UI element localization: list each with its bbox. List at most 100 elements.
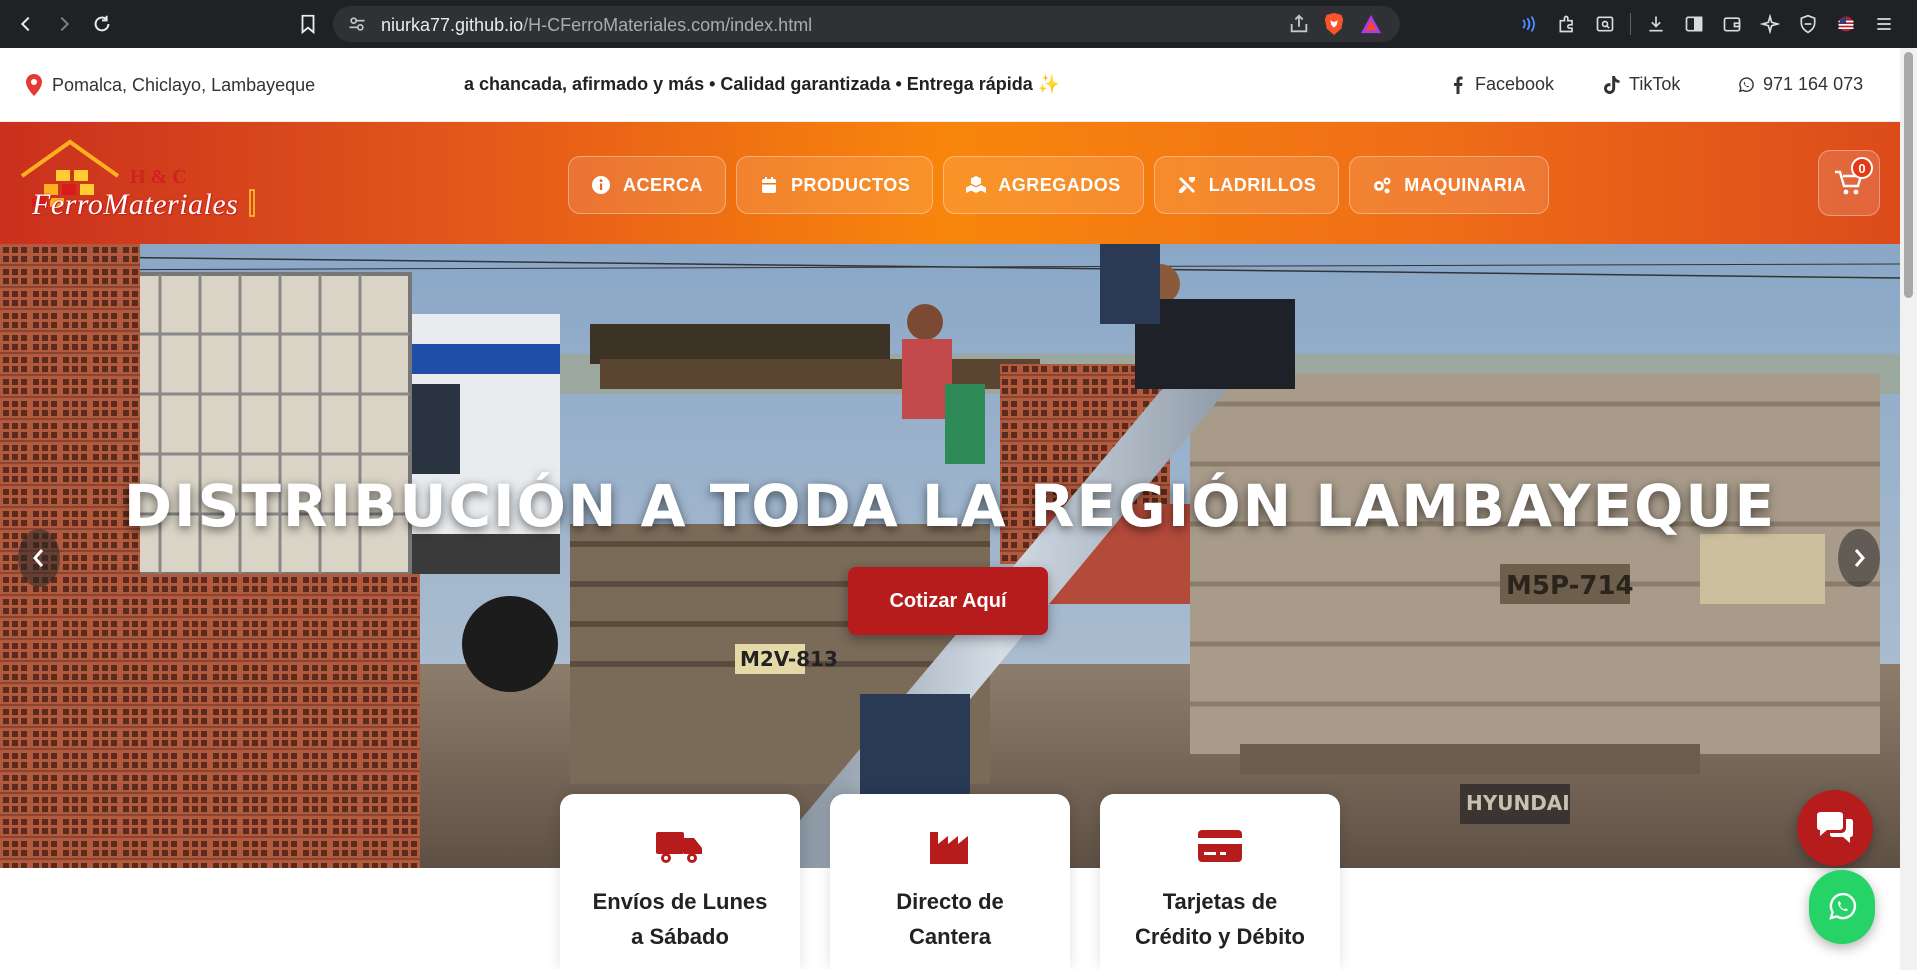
leo-ai-button[interactable] xyxy=(1751,0,1789,48)
calendar-icon xyxy=(762,177,777,193)
feature-shipping-line2: a Sábado xyxy=(631,924,729,949)
nav-maquinaria-label: MAQUINARIA xyxy=(1404,174,1527,195)
back-button[interactable] xyxy=(6,4,46,44)
feature-cards-line2: Crédito y Débito xyxy=(1135,924,1305,949)
download-icon xyxy=(1649,16,1663,32)
phone-number: 971 164 073 xyxy=(1763,74,1864,94)
plate-left: M2V-813 xyxy=(740,647,838,671)
feature-shipping-line1: Envíos de Lunes xyxy=(592,889,768,914)
chevron-left-icon xyxy=(33,549,44,567)
tiktok-link[interactable]: TikTok xyxy=(1604,74,1680,95)
url-text[interactable]: niurka77.github.io/H-CFerroMateriales.co… xyxy=(381,15,812,36)
vpn-button[interactable] xyxy=(1789,0,1827,48)
feature-card-cards: Tarjetas de Crédito y Débito xyxy=(1100,794,1340,970)
menu-icon xyxy=(1877,18,1891,30)
toolbar-separator xyxy=(1630,13,1631,35)
hero-photo: M2V-813 M5P-714 HYUNDAI xyxy=(0,244,1900,868)
profile-icon xyxy=(1838,16,1854,32)
scrollbar-thumb[interactable] xyxy=(1904,52,1913,298)
nav-productos-label: PRODUCTOS xyxy=(791,174,911,195)
quote-button[interactable]: Cotizar Aquí xyxy=(848,567,1048,635)
cubes-icon xyxy=(966,176,987,193)
tiktok-icon xyxy=(1604,75,1620,94)
feature-quarry-line2: Cantera xyxy=(909,924,991,949)
nav-maquinaria[interactable]: MAQUINARIA xyxy=(1349,156,1550,214)
brave-rewards-icon[interactable] xyxy=(1360,14,1382,34)
hero-title: DISTRIBUCIÓN A TODA LA REGIÓN LAMBAYEQUE xyxy=(123,472,1777,540)
nav-ladrillos-label: LADRILLOS xyxy=(1208,174,1317,195)
cart-button[interactable]: 0 xyxy=(1818,150,1880,216)
carousel-prev-button[interactable] xyxy=(18,529,60,587)
facebook-label: Facebook xyxy=(1475,74,1555,94)
whatsapp-button[interactable] xyxy=(1809,870,1875,944)
cogs-icon xyxy=(1374,177,1391,194)
info-icon xyxy=(592,176,610,194)
extensions-button[interactable] xyxy=(1548,0,1586,48)
site-settings-icon[interactable] xyxy=(347,14,367,34)
feature-cards-label: Tarjetas de Crédito y Débito xyxy=(1110,884,1330,954)
tiktok-label: TikTok xyxy=(1629,74,1681,94)
facebook-icon xyxy=(1454,76,1463,94)
vpn-icon xyxy=(1800,14,1816,34)
feature-card-quarry: Directo de Cantera xyxy=(830,794,1070,970)
plate-right: M5P-714 xyxy=(1506,571,1634,601)
hero-carousel: M2V-813 M5P-714 HYUNDAI DISTRIBUCIÓN A T… xyxy=(0,244,1900,868)
chevron-right-icon xyxy=(1854,549,1865,567)
back-icon xyxy=(20,16,30,32)
brave-shields-icon[interactable] xyxy=(1323,12,1345,36)
bookmark-icon xyxy=(301,14,315,35)
nav-agregados[interactable]: AGREGADOS xyxy=(943,156,1144,214)
reader-mode-button[interactable] xyxy=(1586,0,1624,48)
location-text: Pomalca, Chiclayo, Lambayeque xyxy=(52,74,316,95)
browser-toolbar: niurka77.github.io/H-CFerroMateriales.co… xyxy=(0,0,1917,48)
main-header: H & C FerroMateriales ACERCA PRODUCTOS A… xyxy=(0,122,1900,244)
profile-button[interactable] xyxy=(1827,0,1865,48)
comments-icon xyxy=(1817,812,1853,843)
top-info-bar: Pomalca, Chiclayo, Lambayeque a chancada… xyxy=(0,48,1900,122)
map-marker-icon xyxy=(26,74,42,96)
site-logo[interactable]: H & C FerroMateriales xyxy=(18,136,258,228)
page-scrollbar[interactable] xyxy=(1900,48,1917,970)
nav-ladrillos[interactable]: LADRILLOS xyxy=(1153,156,1340,214)
nav-acerca[interactable]: ACERCA xyxy=(568,156,727,214)
feature-quarry-label: Directo de Cantera xyxy=(840,884,1060,954)
whatsapp-icon xyxy=(1829,892,1857,920)
feature-quarry-line1: Directo de xyxy=(896,889,1004,914)
browser-menu-button[interactable] xyxy=(1865,0,1903,48)
url-host: niurka77.github.io xyxy=(381,15,524,35)
share-icon[interactable] xyxy=(1288,13,1310,35)
reload-button[interactable] xyxy=(82,4,122,44)
location: Pomalca, Chiclayo, Lambayeque xyxy=(26,74,315,96)
extensions-icon xyxy=(1559,15,1573,33)
address-bar[interactable]: niurka77.github.io/H-CFerroMateriales.co… xyxy=(333,6,1400,42)
sidebar-button[interactable] xyxy=(1675,0,1713,48)
main-nav: ACERCA PRODUCTOS AGREGADOS LADRILLOS MAQ… xyxy=(568,156,1550,214)
wallet-button[interactable] xyxy=(1713,0,1751,48)
downloads-button[interactable] xyxy=(1637,0,1675,48)
bookmark-button[interactable] xyxy=(288,4,328,44)
chat-button[interactable] xyxy=(1797,790,1873,866)
factory-icon xyxy=(930,832,968,864)
wallet-icon xyxy=(1723,17,1741,32)
credit-card-icon xyxy=(1198,830,1242,862)
phone-link[interactable]: 971 164 073 xyxy=(1738,74,1863,95)
url-path: /H-CFerroMateriales.com/index.html xyxy=(523,15,813,35)
feature-shipping-label: Envíos de Lunes a Sábado xyxy=(570,884,790,954)
cart-count-badge: 0 xyxy=(1851,157,1873,179)
facebook-link[interactable]: Facebook xyxy=(1450,74,1554,95)
forward-button[interactable] xyxy=(44,4,84,44)
nav-productos[interactable]: PRODUCTOS xyxy=(736,156,934,214)
speedreader-icon xyxy=(1522,15,1535,33)
feature-cards-line1: Tarjetas de xyxy=(1162,889,1278,914)
sidebar-icon xyxy=(1685,16,1703,32)
forward-icon xyxy=(60,16,70,32)
carousel-next-button[interactable] xyxy=(1838,529,1880,587)
nav-agregados-label: AGREGADOS xyxy=(998,174,1121,195)
announcement-marquee: a chancada, afirmado y más • Calidad gar… xyxy=(464,74,1061,94)
whatsapp-icon xyxy=(1738,76,1754,92)
truck-icon xyxy=(656,832,702,863)
reload-icon xyxy=(94,15,110,32)
feature-card-shipping: Envíos de Lunes a Sábado xyxy=(560,794,800,970)
speedreader-button[interactable] xyxy=(1510,0,1548,48)
truck-brand: HYUNDAI xyxy=(1466,791,1570,815)
